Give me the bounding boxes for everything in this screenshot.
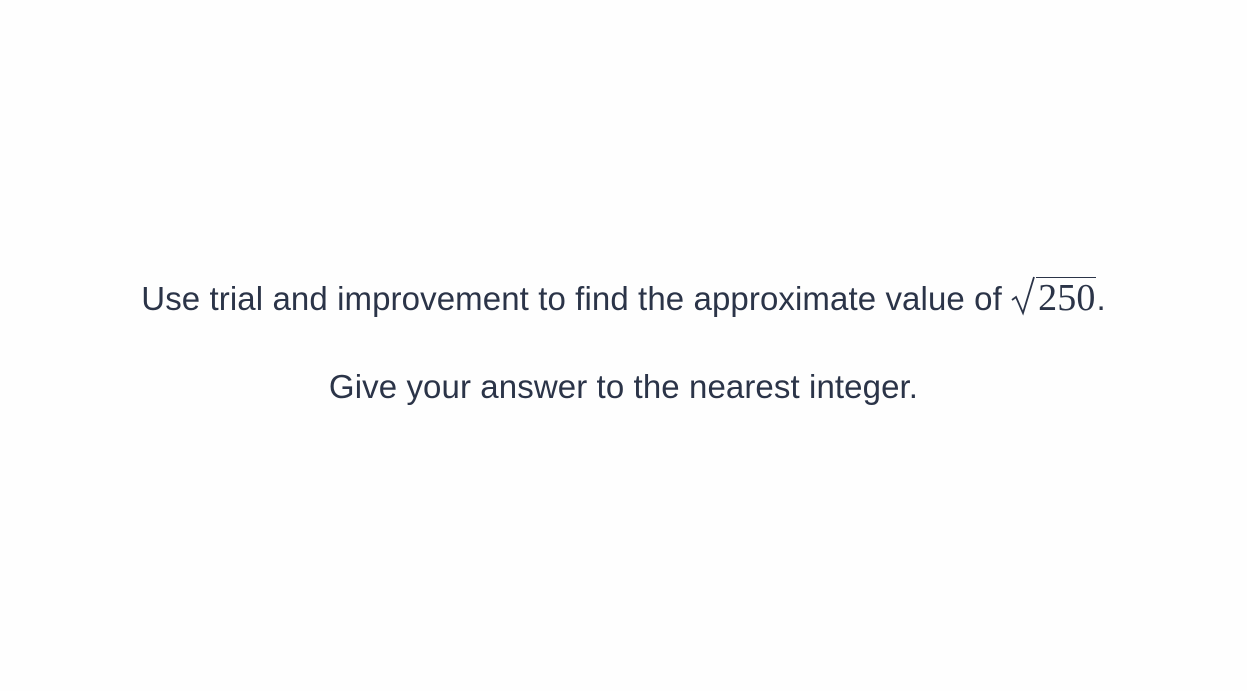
question-period: . [1096, 280, 1106, 317]
question-line-1: Use trial and improvement to find the ap… [0, 276, 1247, 326]
square-root-expression: 250 [1011, 276, 1097, 326]
question-line-2: Give your answer to the nearest integer. [328, 368, 919, 405]
question-page: Use trial and improvement to find the ap… [0, 0, 1247, 691]
question-text: Use trial and improvement to find the ap… [141, 280, 1012, 317]
radicand: 250 [1036, 277, 1097, 319]
square-root-icon [1011, 276, 1035, 326]
